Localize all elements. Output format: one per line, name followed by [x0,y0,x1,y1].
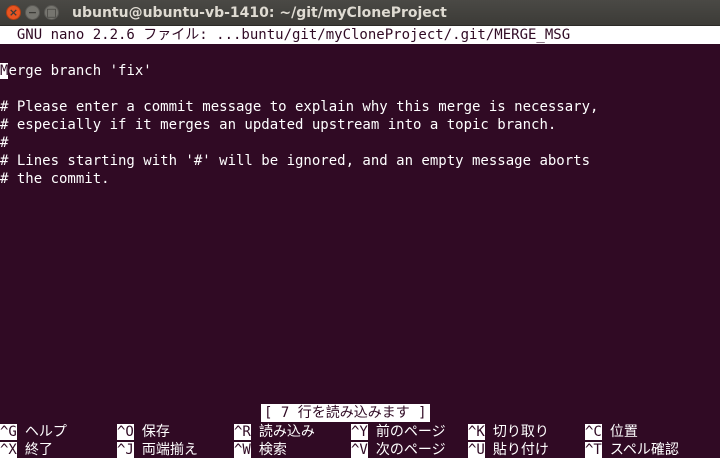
shortcut-justify[interactable]: ^J 両端揃え [117,441,198,458]
editor-line-7[interactable]: # the commit. [0,170,720,188]
maximize-icon[interactable]: □ [44,5,59,20]
shortcut-where-is[interactable]: ^W 検索 [234,441,287,458]
editor-line-5[interactable]: # [0,134,720,152]
terminal-window: × − □ ubuntu@ubuntu-vb-1410: ~/git/myClo… [0,0,720,458]
title-bar[interactable]: × − □ ubuntu@ubuntu-vb-1410: ~/git/myClo… [0,0,720,26]
shortcut-exit[interactable]: ^X 終了 [0,441,53,458]
editor-line-6[interactable]: # Lines starting with '#' will be ignore… [0,152,720,170]
editor-line-3[interactable]: # Please enter a commit message to expla… [0,98,720,116]
status-message: [ 7 行を読み込みます ] [261,404,430,422]
window-title: ubuntu@ubuntu-vb-1410: ~/git/myCloneProj… [72,5,447,21]
nano-header: GNU nano 2.2.6 ファイル: ...buntu/git/myClon… [0,26,720,44]
editor-line-1[interactable]: Merge branch 'fix' [0,62,720,80]
shortcut-save[interactable]: ^O 保存 [117,423,170,441]
minimize-icon[interactable]: − [25,5,40,20]
shortcut-prev-page[interactable]: ^Y 前のページ [351,423,446,441]
shortcut-paste[interactable]: ^U 貼り付け [468,441,549,458]
shortcut-next-page[interactable]: ^V 次のページ [351,441,446,458]
shortcut-help[interactable]: ^G ヘルプ [0,423,67,441]
shortcut-bar: ^G ヘルプ ^O 保存 ^R 読み込み ^Y 前のページ ^K 切り取り ^C 位置 ^X… [0,423,720,458]
shortcut-cut[interactable]: ^K 切り取り [468,423,549,441]
close-icon[interactable]: × [6,5,21,20]
shortcut-cur-pos[interactable]: ^C 位置 [585,423,638,441]
terminal-content[interactable]: GNU nano 2.2.6 ファイル: ...buntu/git/myClon… [0,26,720,458]
shortcut-read-file[interactable]: ^R 読み込み [234,423,315,441]
editor-line-2[interactable] [0,80,720,98]
shortcut-spell[interactable]: ^T スペル確認 [585,441,679,458]
editor-line-1-text: erge branch 'fix' [8,63,152,79]
editor-line-4[interactable]: # especially if it merges an updated ups… [0,116,720,134]
